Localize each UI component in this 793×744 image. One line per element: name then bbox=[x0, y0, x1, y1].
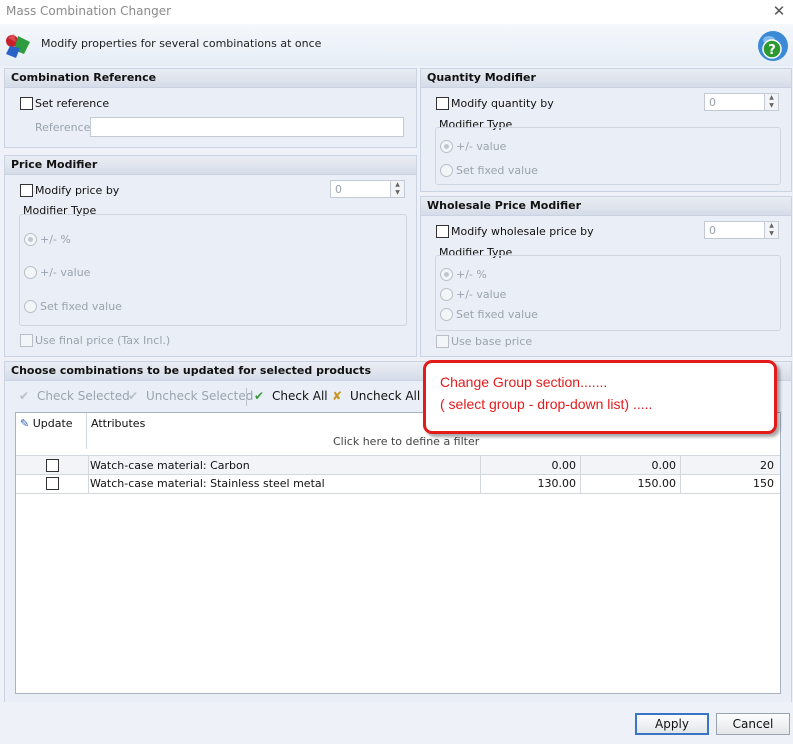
price-value-label: +/- value bbox=[40, 266, 91, 279]
modify-quantity-label: Modify quantity by bbox=[451, 97, 554, 110]
wholesale-value-radio[interactable] bbox=[440, 288, 453, 301]
wholesale-value: 0 bbox=[709, 224, 716, 237]
uncheck-all-button[interactable]: ✘ Uncheck All bbox=[332, 389, 420, 403]
price-value-stepper[interactable]: 0 ▲ ▼ bbox=[330, 180, 405, 198]
attributes-column-header[interactable]: Attributes bbox=[91, 417, 145, 430]
reference-label: Reference bbox=[35, 121, 91, 134]
quantity-stepper-arrows-icon[interactable]: ▲ ▼ bbox=[764, 94, 778, 110]
set-reference-label: Set reference bbox=[35, 97, 110, 110]
price-fixed-label: Set fixed value bbox=[40, 300, 122, 313]
check-all-label: Check All bbox=[272, 389, 328, 403]
price-value-radio[interactable] bbox=[24, 266, 37, 279]
uncheck-selected-button[interactable]: ✔ Uncheck Selected bbox=[128, 389, 253, 403]
modify-wholesale-checkbox[interactable] bbox=[436, 225, 449, 238]
check-all-button[interactable]: ✔ Check All bbox=[254, 389, 328, 403]
row-col4: 150.00 bbox=[637, 477, 677, 490]
combination-reference-panel: Combination Reference Set reference Refe… bbox=[4, 68, 417, 148]
modify-price-label: Modify price by bbox=[35, 184, 120, 197]
price-stepper-arrows-icon[interactable]: ▲ ▼ bbox=[390, 181, 404, 197]
check-selected-button[interactable]: ✔ Check Selected bbox=[19, 389, 130, 403]
reference-input[interactable] bbox=[90, 117, 404, 137]
wholesale-fixed-label: Set fixed value bbox=[456, 308, 538, 321]
row-separator bbox=[16, 493, 780, 494]
modify-quantity-checkbox[interactable] bbox=[436, 97, 449, 110]
quantity-modifier-title: Quantity Modifier bbox=[421, 69, 791, 88]
price-modifier-panel: Price Modifier Modify price by 0 ▲ ▼ Modi… bbox=[4, 155, 417, 357]
wholesale-modifier-panel: Wholesale Price Modifier Modify wholesal… bbox=[420, 196, 792, 357]
quantity-value: 0 bbox=[709, 96, 716, 109]
apply-button[interactable]: Apply bbox=[635, 713, 709, 735]
close-icon[interactable]: ✕ bbox=[770, 1, 788, 21]
row-update-checkbox[interactable] bbox=[46, 477, 59, 490]
combination-reference-title: Combination Reference bbox=[5, 69, 416, 88]
quantity-value-stepper[interactable]: 0 ▲ ▼ bbox=[704, 93, 779, 111]
row-update-checkbox[interactable] bbox=[46, 459, 59, 472]
cancel-button[interactable]: Cancel bbox=[716, 713, 790, 735]
update-column-header[interactable]: ✎ Update bbox=[20, 417, 73, 430]
header-description: Modify properties for several combinatio… bbox=[41, 37, 322, 50]
filter-row[interactable]: Click here to define a filter bbox=[333, 435, 479, 448]
use-final-price-label: Use final price (Tax Incl.) bbox=[35, 334, 171, 347]
annotation-line-2: ( select group - drop-down list) ..... bbox=[440, 396, 653, 412]
toolbar-divider bbox=[246, 388, 247, 406]
help-question-mark: ? bbox=[768, 43, 776, 58]
uncheck-icon: ✔ bbox=[128, 389, 139, 403]
help-icon[interactable]: ? bbox=[757, 30, 789, 62]
row-col3: 130.00 bbox=[537, 477, 577, 490]
wholesale-percent-radio[interactable] bbox=[440, 268, 453, 281]
wholesale-value-stepper[interactable]: 0 ▲ ▼ bbox=[704, 221, 779, 239]
wholesale-fixed-radio[interactable] bbox=[440, 308, 453, 321]
row-col3: 0.00 bbox=[551, 459, 577, 472]
shapes-app-icon bbox=[6, 34, 30, 58]
grid-column-divider bbox=[480, 456, 481, 493]
check-selected-label: Check Selected bbox=[37, 389, 130, 403]
uncheck-all-label: Uncheck All bbox=[350, 389, 421, 403]
annotation-callout: Change Group section....... ( select gro… bbox=[423, 360, 777, 434]
price-percent-label: +/- % bbox=[40, 233, 71, 246]
modify-price-checkbox[interactable] bbox=[20, 184, 33, 197]
quantity-fixed-radio[interactable] bbox=[440, 164, 453, 177]
set-reference-checkbox[interactable] bbox=[20, 97, 33, 110]
uncheck-all-icon: ✘ bbox=[332, 389, 343, 403]
wholesale-percent-label: +/- % bbox=[456, 268, 487, 281]
grid-column-divider bbox=[88, 456, 89, 493]
quantity-value-radio[interactable] bbox=[440, 140, 453, 153]
price-percent-radio[interactable] bbox=[24, 233, 37, 246]
wholesale-stepper-arrows-icon[interactable]: ▲ ▼ bbox=[764, 222, 778, 238]
row-col5: 20 bbox=[760, 459, 774, 472]
check-all-icon: ✔ bbox=[254, 389, 265, 403]
grid-column-divider bbox=[86, 413, 87, 449]
quantity-value-label: +/- value bbox=[456, 140, 507, 153]
check-icon: ✔ bbox=[19, 389, 30, 403]
quantity-fixed-label: Set fixed value bbox=[456, 164, 538, 177]
annotation-line-1: Change Group section....... bbox=[440, 374, 608, 390]
window-title: Mass Combination Changer bbox=[6, 4, 172, 18]
wholesale-modifier-title: Wholesale Price Modifier bbox=[421, 197, 791, 216]
wholesale-value-label: +/- value bbox=[456, 288, 507, 301]
modify-wholesale-label: Modify wholesale price by bbox=[451, 225, 594, 238]
combinations-grid[interactable]: ✎ Update Attributes Click here to define… bbox=[15, 412, 781, 694]
use-final-price-checkbox[interactable] bbox=[20, 334, 33, 347]
row-attributes: Watch-case material: Stainless steel met… bbox=[90, 477, 325, 490]
pencil-icon: ✎ bbox=[20, 417, 30, 430]
quantity-modifier-panel: Quantity Modifier Modify quantity by 0 ▲… bbox=[420, 68, 792, 192]
grid-column-divider bbox=[680, 456, 681, 493]
row-col4: 0.00 bbox=[651, 459, 677, 472]
use-base-price-label: Use base price bbox=[451, 335, 533, 348]
uncheck-selected-label: Uncheck Selected bbox=[146, 389, 254, 403]
use-base-price-checkbox[interactable] bbox=[436, 335, 449, 348]
price-modifier-title: Price Modifier bbox=[5, 156, 416, 175]
row-attributes: Watch-case material: Carbon bbox=[90, 459, 250, 472]
price-value: 0 bbox=[335, 183, 342, 196]
price-fixed-radio[interactable] bbox=[24, 300, 37, 313]
update-column-label: Update bbox=[32, 417, 73, 430]
row-col5: 150 bbox=[753, 477, 774, 490]
grid-column-divider bbox=[580, 456, 581, 493]
